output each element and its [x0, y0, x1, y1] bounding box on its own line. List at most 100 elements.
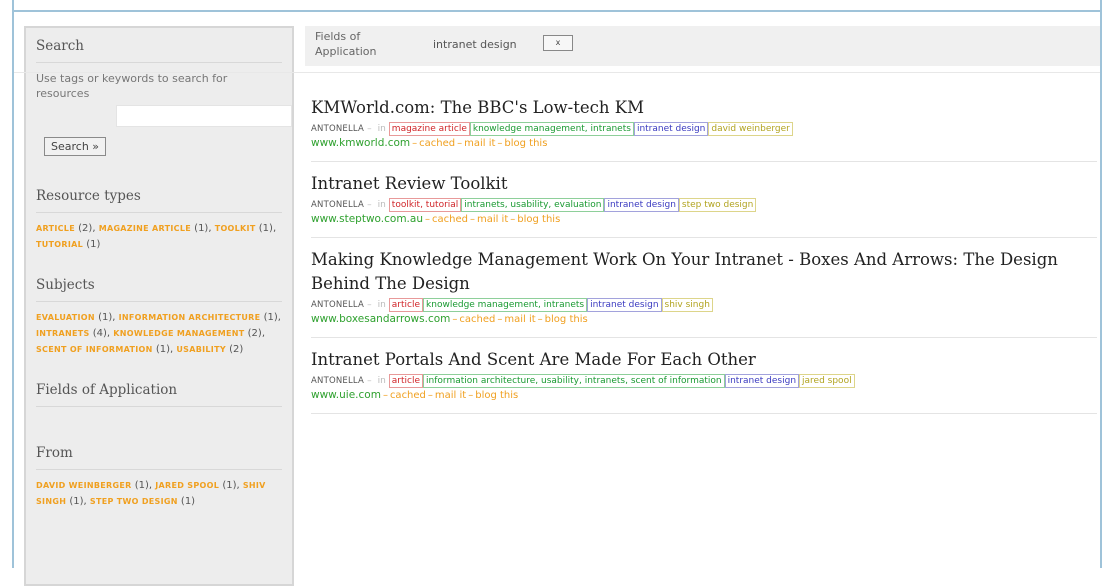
result-item: Making Knowledge Management Work On Your…: [311, 248, 1097, 338]
tag-link[interactable]: jared spool: [155, 481, 219, 490]
tag-link[interactable]: usability: [176, 345, 226, 354]
result-title-link[interactable]: Intranet Review Toolkit: [311, 172, 1097, 196]
result-links: www.kmworld.com – cached – mail it – blog this: [311, 136, 1097, 151]
result-links: www.boxesandarrows.com – cached – mail it – bl…: [311, 312, 1097, 327]
meta-separator: –: [367, 200, 372, 210]
result-user[interactable]: ANTONELLA: [311, 300, 364, 310]
result-user[interactable]: ANTONELLA: [311, 376, 364, 386]
link-separator: –: [510, 214, 516, 225]
resource-types-heading: Resource types: [36, 178, 282, 213]
tag-link[interactable]: evaluation: [36, 313, 95, 322]
result-from-tag[interactable]: jared spool: [799, 374, 855, 388]
link-separator: –: [497, 314, 503, 325]
tag-count: (2),: [78, 223, 96, 234]
cached-link[interactable]: cached: [459, 314, 495, 325]
meta-separator: –: [367, 124, 372, 134]
result-title-link[interactable]: Making Knowledge Management Work On Your…: [311, 248, 1097, 296]
result-subject-tags[interactable]: knowledge management, intranets: [469, 122, 634, 136]
tag-link[interactable]: toolkit: [215, 224, 256, 233]
resource-types-list: article (2), magazine article (1), toolk…: [36, 221, 282, 253]
tag-link[interactable]: scent of information: [36, 345, 153, 354]
result-from-tag[interactable]: david weinberger: [708, 122, 793, 136]
tag-count: (1): [86, 239, 101, 250]
result-subject-tags[interactable]: information architecture, usability, int…: [423, 374, 725, 388]
tag-link[interactable]: step two design: [90, 497, 178, 506]
remove-filter-button[interactable]: x: [543, 35, 573, 51]
tag-count: (4),: [92, 328, 111, 339]
tag-link[interactable]: david weinberger: [36, 481, 132, 490]
result-type-tag[interactable]: article: [388, 298, 424, 312]
blog-this-link[interactable]: blog this: [517, 214, 560, 225]
header-divider: [14, 72, 1100, 73]
result-meta: ANTONELLA – in toolkit, tutorial intranets, …: [311, 198, 1097, 212]
active-filter-bar: Fields of Application intranet design x: [305, 26, 1100, 66]
link-separator: –: [457, 138, 463, 149]
result-url-link[interactable]: www.boxesandarrows.com: [311, 313, 450, 325]
tag-count: (1),: [98, 312, 116, 323]
tag-link[interactable]: information architecture: [119, 313, 261, 322]
fields-spacer: [36, 415, 282, 435]
cached-link[interactable]: cached: [419, 138, 455, 149]
tag-count: (1),: [69, 496, 87, 507]
search-input[interactable]: [116, 105, 292, 127]
result-subject-tags[interactable]: intranets, usability, evaluation: [461, 198, 605, 212]
meta-in-label: in: [377, 124, 386, 134]
result-title-link[interactable]: KMWorld.com: The BBC's Low-tech KM: [311, 96, 1097, 120]
mail-it-link[interactable]: mail it: [504, 314, 535, 325]
tag-count: (1): [180, 496, 196, 507]
result-links: www.uie.com – cached – mail it – blog this: [311, 388, 1097, 403]
result-field-tag[interactable]: intranet design: [724, 374, 800, 388]
tag-count: (1),: [134, 480, 153, 491]
result-field-tag[interactable]: intranet design: [633, 122, 709, 136]
mail-it-link[interactable]: mail it: [435, 390, 466, 401]
tag-count: (2): [229, 344, 244, 355]
result-from-tag[interactable]: step two design: [678, 198, 757, 212]
result-type-tag[interactable]: magazine article: [388, 122, 470, 136]
result-field-tag[interactable]: intranet design: [604, 198, 679, 212]
meta-in-label: in: [377, 300, 386, 310]
link-separator: –: [537, 314, 543, 325]
blog-this-link[interactable]: blog this: [545, 314, 588, 325]
fields-of-application-heading: Fields of Application: [36, 372, 282, 407]
window-frame-top: [0, 0, 1114, 12]
cached-link[interactable]: cached: [390, 390, 426, 401]
tag-link[interactable]: tutorial: [36, 240, 83, 249]
result-url-link[interactable]: www.kmworld.com: [311, 137, 410, 149]
result-meta: ANTONELLA – in article knowledge management,…: [311, 298, 1097, 312]
result-item: Intranet Review Toolkit ANTONELLA – in toolk…: [311, 172, 1097, 238]
tag-link[interactable]: magazine article: [99, 224, 191, 233]
subjects-heading: Subjects: [36, 267, 282, 302]
filter-value: intranet design: [433, 38, 517, 51]
blog-this-link[interactable]: blog this: [475, 390, 518, 401]
result-user[interactable]: ANTONELLA: [311, 124, 364, 134]
result-item: KMWorld.com: The BBC's Low-tech KM ANTONE…: [311, 96, 1097, 162]
link-separator: –: [468, 390, 474, 401]
mail-it-link[interactable]: mail it: [477, 214, 508, 225]
result-field-tag[interactable]: intranet design: [587, 298, 662, 312]
tag-link[interactable]: intranets: [36, 329, 90, 338]
tag-count: (2),: [247, 328, 265, 339]
tag-link[interactable]: knowledge management: [113, 329, 244, 338]
blog-this-link[interactable]: blog this: [504, 138, 547, 149]
result-subject-tags[interactable]: knowledge management, intranets: [423, 298, 588, 312]
result-url-link[interactable]: www.steptwo.com.au: [311, 213, 423, 225]
result-title-link[interactable]: Intranet Portals And Scent Are Made For …: [311, 348, 1097, 372]
mail-it-link[interactable]: mail it: [464, 138, 495, 149]
result-links: www.steptwo.com.au – cached – mail it – blog t…: [311, 212, 1097, 227]
result-url-link[interactable]: www.uie.com: [311, 389, 381, 401]
result-meta: ANTONELLA – in article information architect…: [311, 374, 1097, 388]
result-type-tag[interactable]: toolkit, tutorial: [388, 198, 462, 212]
search-button[interactable]: Search »: [44, 137, 107, 156]
result-from-tag[interactable]: shiv singh: [661, 298, 713, 312]
link-separator: –: [469, 214, 475, 225]
tag-link[interactable]: article: [36, 224, 75, 233]
result-user[interactable]: ANTONELLA: [311, 200, 364, 210]
result-type-tag[interactable]: article: [388, 374, 424, 388]
cached-link[interactable]: cached: [432, 214, 468, 225]
result-item: Intranet Portals And Scent Are Made For …: [311, 348, 1097, 414]
tag-count: (1),: [258, 223, 277, 234]
tag-count: (1),: [263, 312, 281, 323]
results-list: KMWorld.com: The BBC's Low-tech KM ANTONE…: [311, 96, 1097, 424]
link-separator: –: [382, 390, 388, 401]
search-heading: Search: [36, 28, 282, 63]
